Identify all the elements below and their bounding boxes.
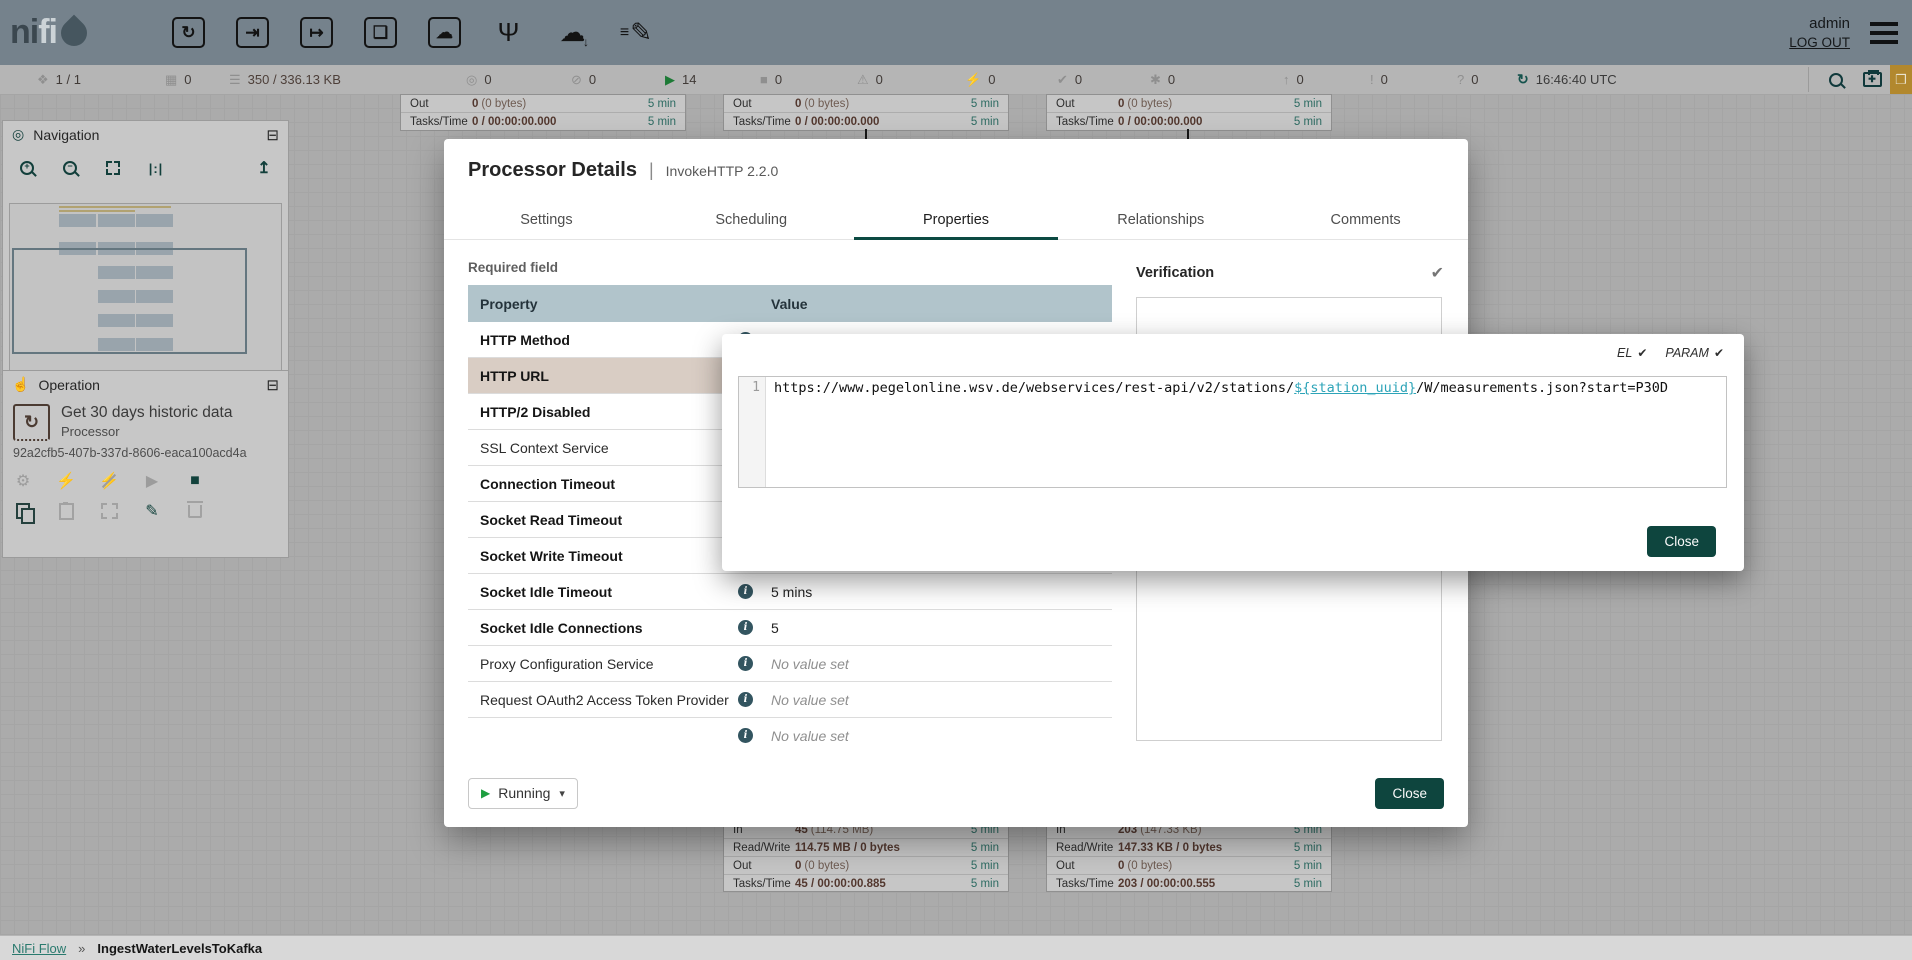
url-prefix: https://www.pegelonline.wsv.de/webservic…	[774, 380, 1294, 396]
property-name: Socket Idle Timeout	[480, 584, 738, 600]
property-value: No value set	[771, 656, 849, 672]
dialog-tab[interactable]: Comments	[1263, 201, 1468, 239]
properties-table-header: Property Value	[468, 285, 1112, 322]
verification-title: Verification	[1136, 265, 1214, 281]
property-column-header: Property	[480, 296, 757, 312]
dialog-title: Processor Details	[468, 159, 637, 182]
chevron-down-icon: ▾	[559, 787, 565, 800]
dialog-tab[interactable]: Settings	[444, 201, 649, 239]
title-separator: |	[649, 160, 654, 181]
property-name: Request OAuth2 Access Token Provider	[480, 692, 738, 708]
property-name: Socket Idle Connections	[480, 620, 738, 636]
property-name: Socket Read Timeout	[480, 512, 738, 528]
editor-content[interactable]: https://www.pegelonline.wsv.de/webservic…	[766, 377, 1726, 487]
property-row[interactable]: Proxy Configuration Service No value set	[468, 646, 1112, 682]
property-name: Connection Timeout	[480, 476, 738, 492]
info-icon[interactable]	[738, 620, 753, 635]
url-suffix: /W/measurements.json?start=P30D	[1416, 380, 1668, 396]
el-expression: ${station_uuid}	[1294, 380, 1416, 396]
line-number: 1	[752, 380, 760, 395]
dialog-subtitle: InvokeHTTP 2.2.0	[666, 163, 779, 179]
property-value-editor: EL✔ PARAM✔ 1 https://www.pegelonline.wsv…	[722, 334, 1744, 571]
verification-header: Verification ✔	[1136, 263, 1444, 283]
dialog-tab[interactable]: Properties	[854, 201, 1059, 239]
property-name: HTTP Method	[480, 332, 738, 348]
dialog-footer: ▶ Running ▾ Close	[468, 777, 1444, 809]
property-row[interactable]: Socket Idle Timeout 5 mins	[468, 574, 1112, 610]
property-name: HTTP URL	[480, 368, 738, 384]
property-row[interactable]: No value set	[468, 718, 1112, 743]
line-number-gutter: 1	[739, 377, 766, 487]
dialog-header: Processor Details | InvokeHTTP 2.2.0	[444, 139, 1468, 186]
run-state-label: Running	[498, 785, 550, 801]
info-icon[interactable]	[738, 728, 753, 743]
dialog-close-button[interactable]: Close	[1375, 778, 1444, 809]
required-field-label: Required field	[468, 260, 558, 275]
value-column-header: Value	[771, 296, 808, 312]
info-icon[interactable]	[738, 656, 753, 671]
run-state-button[interactable]: ▶ Running ▾	[468, 778, 578, 809]
check-icon: ✔	[1637, 346, 1647, 360]
editor-close-button[interactable]: Close	[1647, 526, 1716, 557]
verification-check-icon[interactable]: ✔	[1431, 263, 1444, 283]
property-name: Socket Write Timeout	[480, 548, 738, 564]
editor-hints: EL✔ PARAM✔	[1617, 346, 1724, 360]
property-value: No value set	[771, 728, 849, 744]
property-value: No value set	[771, 692, 849, 708]
info-icon[interactable]	[738, 584, 753, 599]
play-icon: ▶	[481, 786, 490, 800]
property-name: SSL Context Service	[480, 440, 738, 456]
dialog-tabs: Settings Scheduling Properties Relations…	[444, 201, 1468, 240]
dialog-tab[interactable]: Relationships	[1058, 201, 1263, 239]
property-value: 5	[771, 620, 779, 636]
property-value: 5 mins	[771, 584, 812, 600]
param-supported-hint: PARAM✔	[1665, 346, 1724, 360]
property-row[interactable]: Socket Idle Connections 5	[468, 610, 1112, 646]
check-icon: ✔	[1714, 346, 1724, 360]
el-supported-hint: EL✔	[1617, 346, 1647, 360]
property-name: HTTP/2 Disabled	[480, 404, 738, 420]
dialog-tab[interactable]: Scheduling	[649, 201, 854, 239]
property-name: Proxy Configuration Service	[480, 656, 738, 672]
info-icon[interactable]	[738, 692, 753, 707]
code-editor[interactable]: 1 https://www.pegelonline.wsv.de/webserv…	[738, 376, 1727, 488]
property-row[interactable]: Request OAuth2 Access Token Provider No …	[468, 682, 1112, 718]
